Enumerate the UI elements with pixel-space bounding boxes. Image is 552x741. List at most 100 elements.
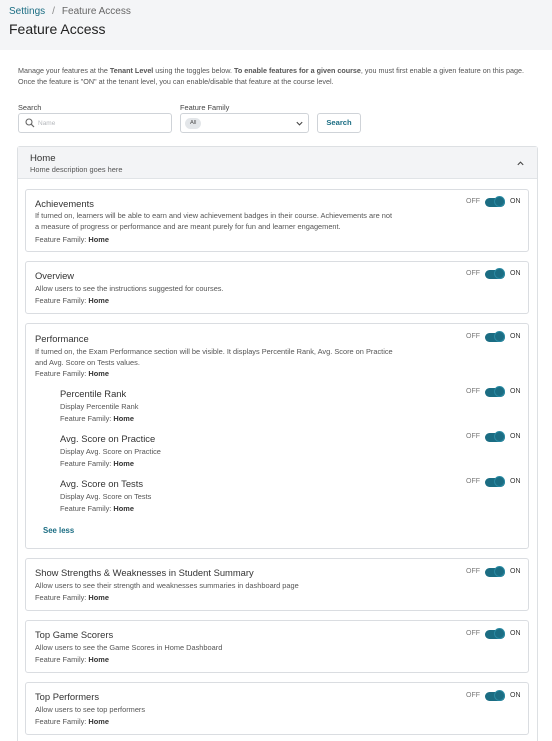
feature-family-value: Home — [113, 504, 134, 513]
feature-description: If turned on, learners will be able to e… — [35, 211, 393, 231]
sub-feature-toggle[interactable]: OFF ON — [466, 386, 546, 399]
feature-description: If turned on, the Exam Performance secti… — [35, 347, 393, 367]
feature-title: Top Performers — [35, 691, 100, 702]
feature-family-value: Home — [88, 369, 109, 378]
intro-part: Manage your features at the — [18, 66, 110, 75]
see-less-link[interactable]: See less — [43, 526, 74, 535]
feature-description: Allow users to see their strength and we… — [35, 581, 299, 590]
toggle-knob[interactable] — [494, 196, 505, 207]
toggle-knob[interactable] — [494, 628, 505, 639]
chevron-up-icon[interactable] — [516, 159, 525, 168]
intro-part: using the toggles below. — [153, 66, 235, 75]
feature-family-prefix: Feature Family: — [35, 593, 87, 602]
toggle-off-label: OFF — [466, 270, 480, 277]
toggle-on-label: ON — [510, 270, 521, 277]
feature-family-select[interactable]: All — [180, 113, 309, 133]
sub-feature-family: Feature Family: Home — [60, 459, 134, 468]
toggle-off-label: OFF — [466, 333, 480, 340]
toggle-off-label: OFF — [466, 568, 480, 575]
toggle-off-label: OFF — [466, 198, 480, 205]
feature-toggle[interactable]: OFF ON — [466, 268, 546, 281]
feature-family-prefix: Feature Family: — [60, 504, 112, 513]
search-label: Search — [18, 103, 42, 112]
toggle-on-label: ON — [510, 388, 521, 395]
breadcrumb-separator: / — [52, 6, 55, 17]
feature-description: Allow users to see top performers — [35, 705, 146, 714]
feature-family-prefix: Feature Family: — [60, 414, 112, 423]
sub-feature-toggle[interactable]: OFF ON — [466, 431, 546, 444]
feature-description: Allow users to see the Game Scores in Ho… — [35, 643, 223, 652]
feature-family-chip[interactable]: All — [185, 118, 202, 129]
toggle-knob[interactable] — [494, 331, 505, 342]
toggle-knob[interactable] — [494, 476, 505, 487]
feature-card-top-game-scorers: Top Game Scorers Allow users to see the … — [25, 620, 529, 673]
toggle-off-label: OFF — [466, 433, 480, 440]
feature-family-prefix: Feature Family: — [35, 235, 87, 244]
sub-feature-title: Avg. Score on Tests — [60, 478, 144, 489]
breadcrumb: Settings / Feature Access — [9, 6, 131, 17]
toggle-knob[interactable] — [494, 386, 505, 397]
feature-family-value: Home — [113, 414, 134, 423]
section-description: Home description goes here — [30, 165, 123, 174]
feature-card-top-performers: Top Performers Allow users to see top pe… — [25, 682, 529, 735]
search-icon — [25, 118, 35, 128]
intro-text: Manage your features at the Tenant Level… — [18, 66, 532, 87]
sub-feature-description: Display Percentile Rank — [60, 402, 139, 411]
feature-family-value: Home — [88, 593, 109, 602]
feature-toggle[interactable]: OFF ON — [466, 566, 546, 579]
feature-title: Achievements — [35, 198, 94, 209]
feature-family: Feature Family: Home — [35, 369, 109, 378]
feature-toggle[interactable]: OFF ON — [466, 331, 546, 344]
breadcrumb-settings-link[interactable]: Settings — [9, 6, 45, 17]
feature-family-value: Home — [113, 459, 134, 468]
chevron-down-icon — [296, 121, 303, 126]
search-field[interactable] — [18, 113, 172, 133]
toggle-off-label: OFF — [466, 388, 480, 395]
search-input[interactable] — [38, 117, 166, 130]
sub-feature-description: Display Avg. Score on Tests — [60, 492, 152, 501]
toggle-on-label: ON — [510, 630, 521, 637]
toggle-on-label: ON — [510, 478, 521, 485]
toggle-knob[interactable] — [494, 431, 505, 442]
sub-feature-toggle[interactable]: OFF ON — [466, 476, 546, 489]
feature-family-prefix: Feature Family: — [35, 717, 87, 726]
feature-toggle[interactable]: OFF ON — [466, 196, 546, 209]
feature-title: Top Game Scorers — [35, 629, 114, 640]
section-header[interactable]: Home Home description goes here — [18, 147, 537, 179]
feature-family: Feature Family: Home — [35, 655, 109, 664]
toggle-knob[interactable] — [494, 690, 505, 701]
intro-bold-tenant: Tenant Level — [109, 66, 154, 75]
toggle-knob[interactable] — [494, 566, 505, 577]
feature-family-prefix: Feature Family: — [35, 369, 87, 378]
feature-family: Feature Family: Home — [35, 235, 109, 244]
page-header: Settings / Feature Access Feature Access — [0, 0, 552, 50]
feature-family-value: Home — [88, 717, 109, 726]
feature-card-achievements: Achievements If turned on, learners will… — [25, 189, 529, 252]
search-button[interactable]: Search — [317, 113, 361, 133]
feature-title: Show Strengths & Weaknesses in Student S… — [35, 567, 254, 578]
feature-toggle[interactable]: OFF ON — [466, 690, 546, 703]
feature-family-prefix: Feature Family: — [35, 655, 87, 664]
toggle-knob[interactable] — [494, 268, 505, 279]
feature-family-value: Home — [88, 655, 109, 664]
feature-family-prefix: Feature Family: — [35, 296, 87, 305]
toggle-on-label: ON — [510, 692, 521, 699]
feature-family-value: Home — [88, 296, 109, 305]
sub-feature-title: Avg. Score on Practice — [60, 433, 156, 444]
feature-toggle[interactable]: OFF ON — [466, 628, 546, 641]
sub-feature-family: Feature Family: Home — [60, 504, 134, 513]
feature-title: Overview — [35, 270, 75, 281]
toggle-off-label: OFF — [466, 478, 480, 485]
page-title: Feature Access — [9, 21, 106, 37]
toggle-on-label: ON — [510, 198, 521, 205]
sub-feature-family: Feature Family: Home — [60, 414, 134, 423]
sub-feature-description: Display Avg. Score on Practice — [60, 447, 161, 456]
feature-family: Feature Family: Home — [35, 717, 109, 726]
feature-family: Feature Family: Home — [35, 296, 109, 305]
section-title: Home — [30, 153, 56, 164]
toggle-off-label: OFF — [466, 692, 480, 699]
feature-family-value: Home — [88, 235, 109, 244]
toggle-on-label: ON — [510, 568, 521, 575]
toggle-off-label: OFF — [466, 630, 480, 637]
toggle-on-label: ON — [510, 433, 521, 440]
